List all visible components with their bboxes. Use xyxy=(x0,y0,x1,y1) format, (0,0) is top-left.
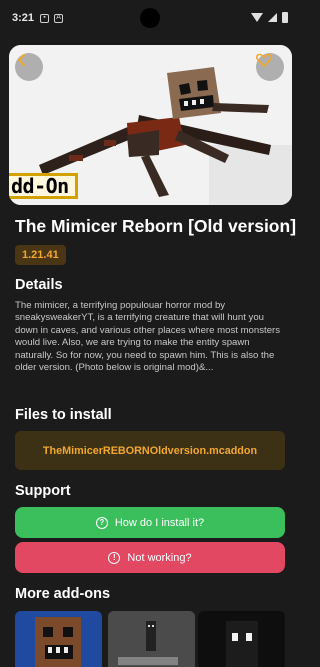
addon-thumbnail-art xyxy=(15,611,102,667)
addon-thumbnail[interactable] xyxy=(15,611,102,667)
status-icons xyxy=(251,12,288,23)
addon-description[interactable]: The mimicer, a terrifying populouar horr… xyxy=(15,300,287,374)
addon-hero-image: dd-On xyxy=(9,45,292,205)
version-badge: 1.21.41 xyxy=(15,245,66,265)
camera-cutout xyxy=(140,8,160,28)
back-button[interactable] xyxy=(15,53,43,81)
notification-icon: ▪ xyxy=(40,13,50,23)
heart-icon xyxy=(256,53,272,67)
file-download-button[interactable]: TheMimicerREBORNOldversion.mcaddon xyxy=(15,431,285,470)
files-heading: Files to install xyxy=(15,407,112,423)
more-addons-heading: More add-ons xyxy=(15,586,111,602)
notification-icon-2: A xyxy=(54,13,64,23)
signal-icon xyxy=(268,13,277,22)
addon-thumbnail-art xyxy=(108,611,195,667)
how-to-install-button[interactable]: ? How do I install it? xyxy=(15,507,285,538)
addon-thumbnail-art xyxy=(198,611,285,667)
wifi-icon xyxy=(251,13,263,22)
file-name: TheMimicerREBORNOldversion.mcaddon xyxy=(42,444,258,457)
more-addons-carousel[interactable] xyxy=(15,611,300,667)
exclamation-circle-icon: ! xyxy=(108,551,121,564)
addon-thumbnail[interactable] xyxy=(198,611,285,667)
how-to-install-label: How do I install it? xyxy=(114,516,205,529)
not-working-label: Not working? xyxy=(127,551,192,564)
chevron-left-icon xyxy=(18,54,25,66)
battery-icon xyxy=(282,12,288,23)
favorite-button[interactable] xyxy=(256,53,284,81)
not-working-button[interactable]: ! Not working? xyxy=(15,542,285,573)
status-time: 3:21 xyxy=(12,12,35,24)
addon-title: The Mimicer Reborn [Old version] xyxy=(15,216,297,236)
hero-banner-text: dd-On xyxy=(9,173,78,199)
support-heading: Support xyxy=(15,483,71,499)
question-circle-icon: ? xyxy=(95,516,108,529)
details-heading: Details xyxy=(15,277,63,293)
addon-thumbnail[interactable] xyxy=(108,611,195,667)
